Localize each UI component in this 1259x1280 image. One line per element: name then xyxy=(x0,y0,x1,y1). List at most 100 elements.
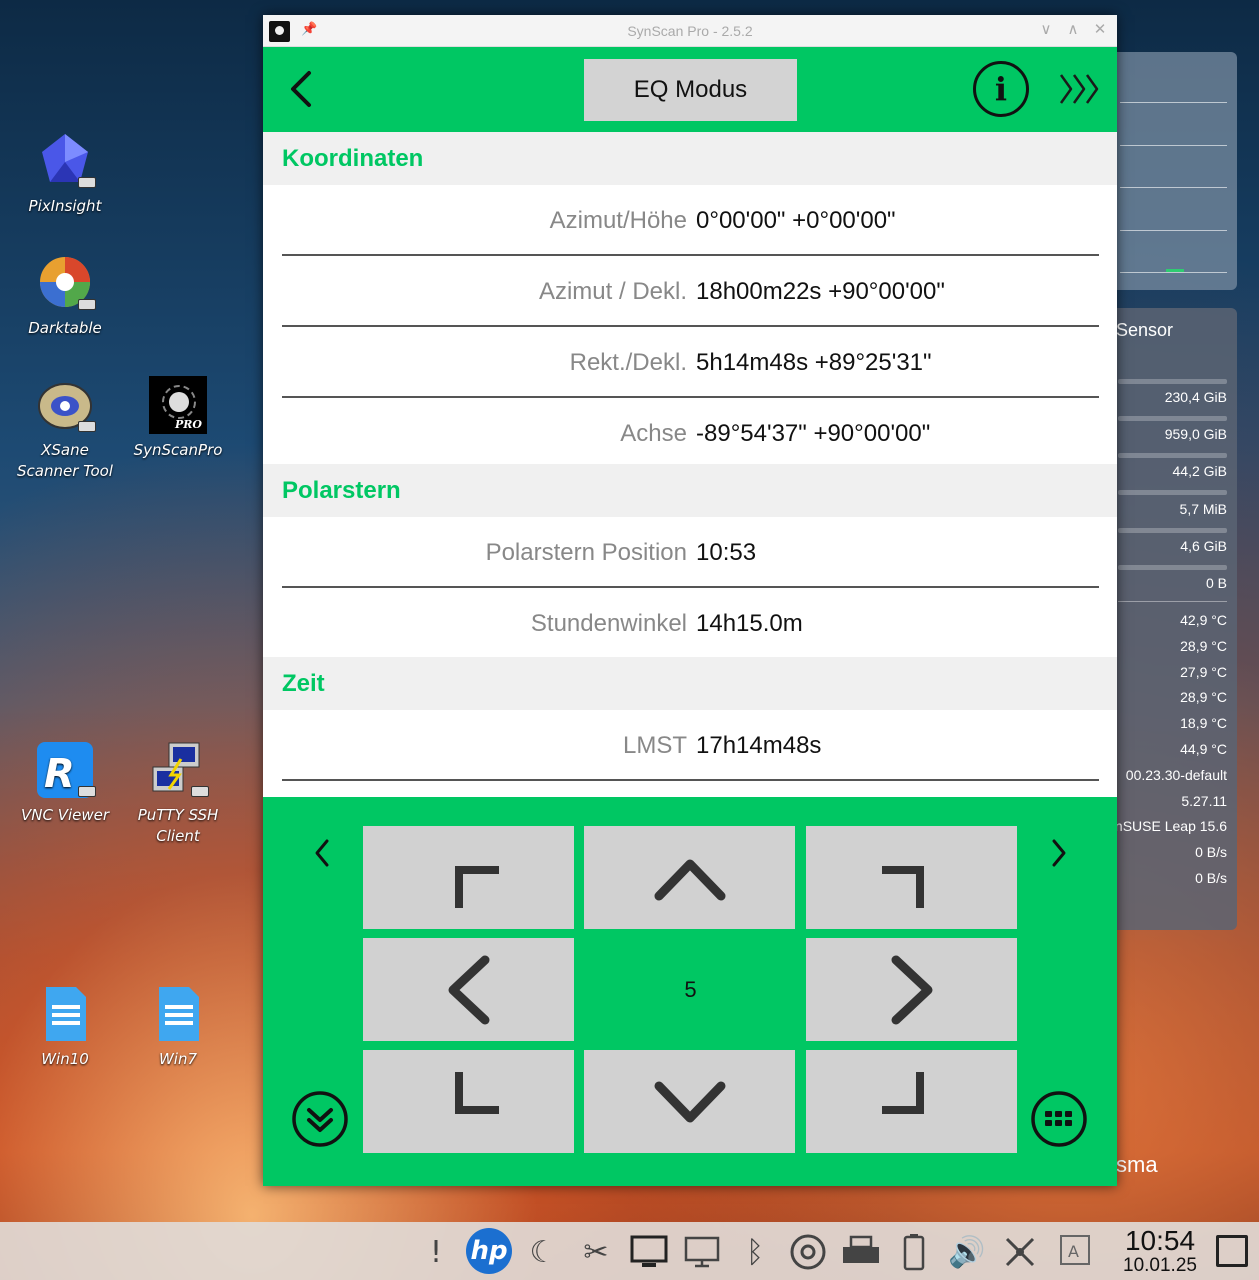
chevron-down-icon xyxy=(654,1081,726,1123)
clock-date: 10.01.25 xyxy=(1123,1255,1197,1276)
row-label: LMST xyxy=(622,732,687,759)
putty-icon xyxy=(149,741,209,799)
chevron-left-icon xyxy=(291,71,311,107)
divider xyxy=(282,779,1099,781)
prev-page-button[interactable] xyxy=(307,833,337,873)
volume-icon[interactable]: 🔊 xyxy=(947,1232,987,1272)
desktop-icon-label: Win10 xyxy=(41,1050,89,1068)
widget-value: 44,2 GiB xyxy=(1172,463,1227,479)
arrow-down-left-icon xyxy=(455,1072,499,1114)
info-icon: i xyxy=(994,70,1008,108)
widget-value: 4,6 GiB xyxy=(1180,538,1227,554)
row-label: Rekt./Dekl. xyxy=(569,349,687,376)
chevron-left-icon xyxy=(448,955,490,1025)
desktop-icon-pixinsight[interactable]: PixInsight xyxy=(10,132,120,217)
desktop-icon-xsane[interactable]: XSane Scanner Tool xyxy=(10,376,120,482)
desktop-icon-label: SynScanPro xyxy=(133,441,223,459)
svg-text:PRO: PRO xyxy=(174,418,202,431)
xsane-icon xyxy=(36,376,96,434)
chevron-right-icon xyxy=(1052,839,1066,867)
list-item: Stundenwinkel 14h15.0m xyxy=(263,588,1117,657)
widget-value: 27,9 °C xyxy=(1180,664,1227,680)
move-down-button[interactable] xyxy=(584,1050,795,1153)
widget-value: 5.27.11 xyxy=(1181,793,1227,809)
widget-value: 230,4 GiB xyxy=(1164,389,1227,405)
chevron-right-icon xyxy=(891,955,933,1025)
widget-value: nSUSE Leap 15.6 xyxy=(1114,818,1227,834)
monitor-icon[interactable] xyxy=(682,1232,722,1272)
row-label: Stundenwinkel xyxy=(530,610,687,637)
move-down-left-button[interactable] xyxy=(363,1050,574,1153)
desktop-icon-vnc[interactable]: R VNC Viewer xyxy=(10,741,120,826)
next-page-button[interactable] xyxy=(1044,833,1074,873)
mode-button[interactable]: EQ Modus xyxy=(584,59,797,121)
move-up-right-button[interactable] xyxy=(806,826,1017,929)
disc-icon[interactable] xyxy=(788,1232,828,1272)
direction-pad: 5 xyxy=(263,797,1117,1186)
widget-value: 0 B/s xyxy=(1195,844,1227,860)
vnc-icon: R xyxy=(36,741,96,799)
widget-header: Sensor xyxy=(1116,320,1174,340)
widget-value: 18,9 °C xyxy=(1180,715,1227,731)
network-icon[interactable] xyxy=(1000,1232,1040,1272)
synscanpro-icon: PRO xyxy=(149,376,207,434)
widget-value: 5,7 MiB xyxy=(1179,501,1227,517)
desktop-icon-win10[interactable]: Win10 xyxy=(10,985,120,1070)
chevron-up-icon xyxy=(654,859,726,901)
row-value: 10:53 xyxy=(696,539,757,566)
pixinsight-icon xyxy=(36,132,96,190)
show-desktop-button[interactable] xyxy=(1216,1235,1248,1267)
section-koordinaten: Koordinaten xyxy=(263,132,1117,185)
desktop-icon-putty[interactable]: PuTTY SSH Client xyxy=(123,741,233,847)
forward-button[interactable] xyxy=(1057,69,1105,109)
desktop-icon-win7[interactable]: Win7 xyxy=(123,985,233,1070)
desktop-icon-label: XSane Scanner Tool xyxy=(17,441,113,480)
window-titlebar[interactable]: 📌 SynScan Pro - 2.5.2 ∨ ∧ ✕ xyxy=(263,15,1117,47)
list-item: Polarstern Position 10:53 xyxy=(263,517,1117,588)
close-icon[interactable]: ✕ xyxy=(1091,20,1109,38)
system-monitor-widget xyxy=(1100,52,1237,290)
hp-icon[interactable]: hp xyxy=(466,1228,512,1274)
clock-time: 10:54 xyxy=(1124,1225,1196,1256)
file-icon xyxy=(149,985,207,1043)
clock[interactable]: 10:54 10.01.25 xyxy=(1116,1226,1204,1276)
back-button[interactable] xyxy=(283,67,323,111)
row-label: Azimut/Höhe xyxy=(549,207,687,234)
status-content: Koordinaten Azimut/Höhe 0°00'00" +0°00'0… xyxy=(263,132,1117,797)
keyboard-layout-icon[interactable]: A xyxy=(1055,1232,1095,1272)
printer-icon[interactable] xyxy=(841,1232,881,1272)
maximize-icon[interactable]: ∧ xyxy=(1064,20,1082,38)
desktop-icon-label: Win7 xyxy=(158,1050,198,1068)
double-chevron-down-icon xyxy=(292,1091,348,1147)
bluetooth-icon[interactable]: ᛒ xyxy=(735,1232,775,1272)
tools-icon[interactable]: ✂ xyxy=(576,1232,616,1272)
move-left-button[interactable] xyxy=(363,938,574,1041)
battery-icon[interactable] xyxy=(894,1232,934,1272)
widget-value: 28,9 °C xyxy=(1180,689,1227,705)
darktable-icon xyxy=(36,254,96,312)
desktop-icon-synscanpro[interactable]: PRO SynScanPro xyxy=(123,376,233,461)
notification-icon[interactable]: ! xyxy=(416,1232,456,1272)
move-right-button[interactable] xyxy=(806,938,1017,1041)
collapse-pad-button[interactable] xyxy=(291,1090,349,1148)
list-item: Azimut/Höhe 0°00'00" +0°00'00" xyxy=(263,185,1117,256)
move-up-button[interactable] xyxy=(584,826,795,929)
widget-value: 28,9 °C xyxy=(1180,638,1227,654)
widget-value: 42,9 °C xyxy=(1180,612,1227,628)
section-polarstern: Polarstern xyxy=(263,464,1117,517)
move-down-right-button[interactable] xyxy=(806,1050,1017,1153)
chevron-left-icon xyxy=(315,839,329,867)
file-icon xyxy=(36,985,94,1043)
desktop-icon-label: PixInsight xyxy=(28,197,102,215)
svg-text:A: A xyxy=(1068,1242,1079,1261)
brightness-icon[interactable]: ☾ xyxy=(523,1232,563,1272)
display-icon[interactable] xyxy=(629,1232,669,1272)
minimize-icon[interactable]: ∨ xyxy=(1037,20,1055,38)
widget-value: 0 B/s xyxy=(1195,870,1227,886)
info-button[interactable]: i xyxy=(973,61,1029,117)
speed-rate-value: 5 xyxy=(684,976,697,1002)
keypad-button[interactable] xyxy=(1030,1090,1088,1148)
window-title: SynScan Pro - 2.5.2 xyxy=(627,23,753,39)
move-up-left-button[interactable] xyxy=(363,826,574,929)
desktop-icon-darktable[interactable]: Darktable xyxy=(10,254,120,339)
